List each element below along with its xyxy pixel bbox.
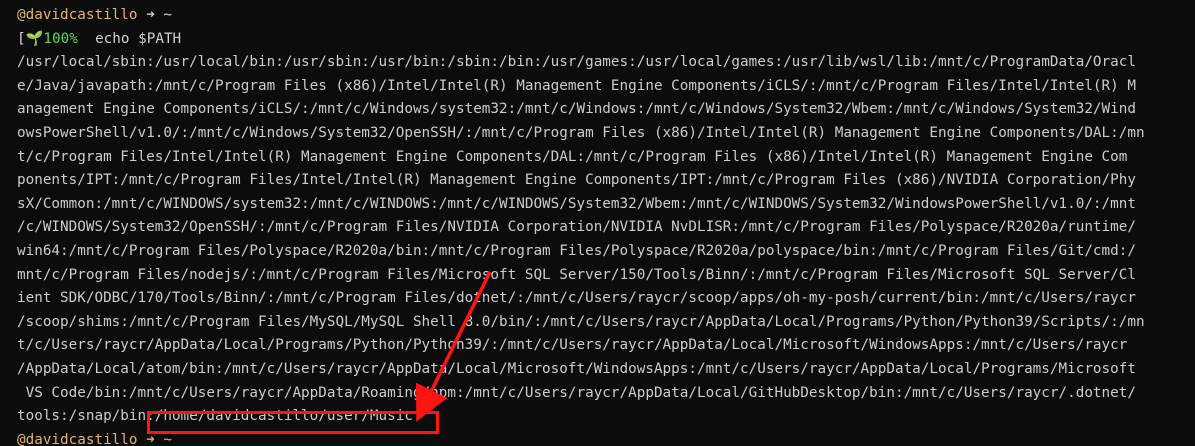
last-line-prefix: tools:/snap/bin <box>17 408 147 425</box>
output-line: /AppData/Local/atom/bin:/mnt/c/Users/ray… <box>17 360 1136 377</box>
command-text: echo $PATH <box>95 30 182 47</box>
command-output: /usr/local/sbin:/usr/local/bin:/usr/sbin… <box>17 51 1195 405</box>
battery-bracket: [ <box>17 30 26 47</box>
output-line: /scoop/shims:/mnt/c/Program Files/MySQL/… <box>17 313 1145 330</box>
output-line: win64:/mnt/c/Program Files/Polyspace/R20… <box>17 242 1136 259</box>
output-line: t/c/Program Files/Intel/Intel(R) Managem… <box>17 148 1128 165</box>
output-line: sX/Common:/mnt/c/WINDOWS/system32:/mnt/c… <box>17 195 1136 212</box>
output-line: ponents/IPT:/mnt/c/Program Files/Intel/I… <box>17 172 1136 189</box>
highlighted-path: :/home/davidcastillo/user/Music <box>146 408 413 425</box>
command-line: [🌱100% echo $PATH <box>17 28 1195 52</box>
output-line: VS Code/bin:/mnt/c/Users/raycr/AppData/R… <box>17 384 1136 401</box>
prompt-line: @davidcastillo ➜ ~ <box>17 4 1195 28</box>
output-line: /c/WINDOWS/System32/OpenSSH/:/mnt/c/Prog… <box>17 219 1136 236</box>
output-line: mnt/c/Program Files/nodejs/:/mnt/c/Progr… <box>17 266 1136 283</box>
seedling-icon: 🌱 <box>25 30 44 47</box>
terminal-window[interactable]: @davidcastillo ➜ ~ [🌱100% echo $PATH /us… <box>0 0 1195 446</box>
prompt-user: @davidcastillo <box>17 7 138 23</box>
prompt-arrow-icon: ➜ <box>146 7 155 23</box>
output-line: /usr/local/sbin:/usr/local/bin:/usr/sbin… <box>17 54 1136 71</box>
next-prompt: @davidcastillo ➜ ~ <box>17 431 172 446</box>
output-line: owsPowerShell/v1.0/:/mnt/c/Windows/Syste… <box>17 124 1145 141</box>
next-prompt-line: @davidcastillo ➜ ~ <box>17 429 1195 446</box>
output-line: e/Java/javapath:/mnt/c/Program Files (x8… <box>17 77 1136 94</box>
output-line: anagement Engine Components/iCLS/:/mnt/c… <box>17 101 1136 118</box>
prompt-directory: ~ <box>163 7 172 23</box>
battery-percentage: 100% <box>43 30 78 47</box>
output-line: ient SDK/ODBC/170/Tools/Binn/:/mnt/c/Pro… <box>17 290 1136 307</box>
output-last-line: tools:/snap/bin:/home/davidcastillo/user… <box>17 405 1195 429</box>
output-line: t/c/Users/raycr/AppData/Local/Programs/P… <box>17 337 1128 354</box>
